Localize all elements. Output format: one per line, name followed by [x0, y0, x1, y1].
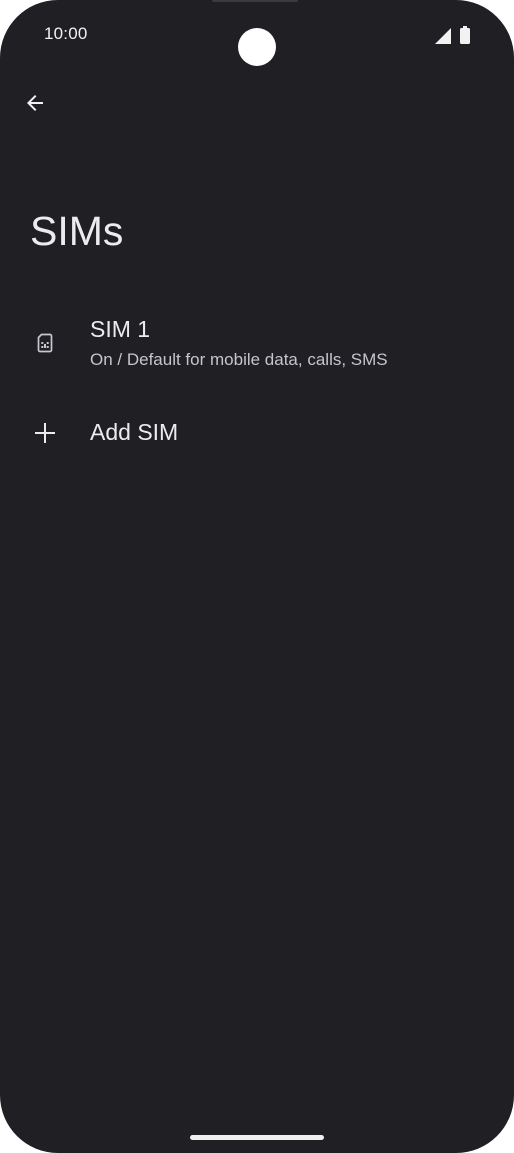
- camera-cutout: [238, 28, 276, 66]
- add-sim-label: Add SIM: [90, 419, 179, 445]
- page-title: SIMs: [30, 208, 124, 254]
- sim-card-icon: [29, 327, 61, 359]
- battery-icon: [460, 26, 470, 44]
- status-icons: [434, 26, 474, 44]
- top-edge-line: [212, 0, 298, 2]
- plus-icon: [29, 417, 61, 449]
- signal-icon: [435, 28, 451, 44]
- list-item-sim-1[interactable]: SIM 1 On / Default for mobile data, call…: [0, 296, 514, 390]
- add-sim-button[interactable]: Add SIM: [0, 400, 514, 466]
- home-indicator[interactable]: [190, 1135, 324, 1140]
- sim-1-status: On / Default for mobile data, calls, SMS: [90, 350, 388, 369]
- arrow-back-icon: [27, 95, 43, 111]
- phone-screen: 10:00 SIMs SIM 1 On / Default for mobile…: [0, 0, 514, 1153]
- status-time: 10:00: [44, 24, 88, 43]
- back-button[interactable]: [14, 82, 56, 124]
- sim-1-title: SIM 1: [90, 316, 151, 342]
